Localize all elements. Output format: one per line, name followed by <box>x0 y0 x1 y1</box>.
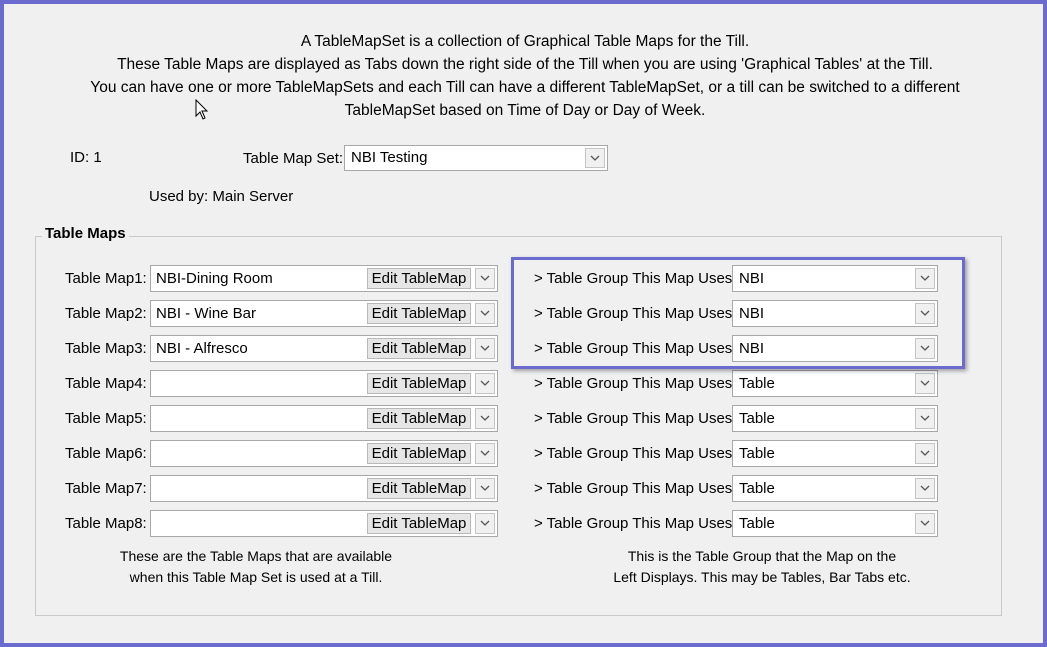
table-group-label: > Table Group This Map Uses: <box>534 410 737 427</box>
table-map-field[interactable]: Edit TableMap <box>150 440 498 467</box>
table-group-select[interactable]: Table <box>732 510 938 537</box>
left-note-line-2: when this Table Map Set is used at a Til… <box>129 569 383 585</box>
table-map-label: Table Map1: <box>65 270 147 287</box>
right-note: This is the Table Group that the Map on … <box>590 546 934 588</box>
chevron-down-icon[interactable] <box>475 443 495 464</box>
table-group-select[interactable]: Table <box>732 475 938 502</box>
mouse-cursor-icon <box>195 99 209 120</box>
table-group-select[interactable]: Table <box>732 370 938 397</box>
edit-tablemap-button[interactable]: Edit TableMap <box>367 338 471 359</box>
table-group-value: Table <box>739 410 775 427</box>
table-map-set-label: Table Map Set: <box>243 150 344 167</box>
table-map-value: NBI - Wine Bar <box>156 305 257 322</box>
intro-line-2: These Table Maps are displayed as Tabs d… <box>117 56 933 73</box>
chevron-down-icon[interactable] <box>915 443 935 464</box>
edit-tablemap-button[interactable]: Edit TableMap <box>367 268 471 289</box>
right-note-line-1: This is the Table Group that the Map on … <box>627 548 897 564</box>
chevron-down-icon[interactable] <box>475 303 495 324</box>
chevron-down-icon[interactable] <box>915 513 935 534</box>
table-group-label: > Table Group This Map Uses: <box>534 480 737 497</box>
highlight-box <box>511 257 965 369</box>
table-group-label: > Table Group This Map Uses: <box>534 445 737 462</box>
chevron-down-icon[interactable] <box>585 148 605 168</box>
chevron-down-icon[interactable] <box>915 408 935 429</box>
table-group-label: > Table Group This Map Uses: <box>534 515 737 532</box>
table-map-field[interactable]: NBI - Alfresco Edit TableMap <box>150 335 498 362</box>
table-map-label: Table Map7: <box>65 480 147 497</box>
table-maps-group-title: Table Maps <box>42 225 129 242</box>
table-map-label: Table Map3: <box>65 340 147 357</box>
intro-line-3: You can have one or more TableMapSets an… <box>90 79 960 96</box>
table-group-value: Table <box>739 445 775 462</box>
used-by-text: Used by: Main Server <box>149 188 294 205</box>
table-map-field[interactable]: Edit TableMap <box>150 370 498 397</box>
edit-tablemap-button[interactable]: Edit TableMap <box>367 303 471 324</box>
table-map-field[interactable]: Edit TableMap <box>150 510 498 537</box>
table-group-select[interactable]: Table <box>732 405 938 432</box>
table-map-label: Table Map4: <box>65 375 147 392</box>
intro-line-4: TableMapSet based on Time of Day or Day … <box>344 102 706 119</box>
table-group-value: Table <box>739 375 775 392</box>
chevron-down-icon[interactable] <box>475 268 495 289</box>
chevron-down-icon[interactable] <box>475 513 495 534</box>
edit-tablemap-button[interactable]: Edit TableMap <box>367 443 471 464</box>
chevron-down-icon[interactable] <box>475 373 495 394</box>
table-map-field[interactable]: Edit TableMap <box>150 475 498 502</box>
edit-tablemap-button[interactable]: Edit TableMap <box>367 478 471 499</box>
table-map-value: NBI-Dining Room <box>156 270 273 287</box>
left-note: These are the Table Maps that are availa… <box>96 546 416 588</box>
chevron-down-icon[interactable] <box>475 408 495 429</box>
table-group-value: Table <box>739 515 775 532</box>
table-map-field[interactable]: NBI-Dining Room Edit TableMap <box>150 265 498 292</box>
id-label: ID: 1 <box>70 149 102 166</box>
intro-line-1: A TableMapSet is a collection of Graphic… <box>300 33 750 50</box>
table-group-select[interactable]: Table <box>732 440 938 467</box>
table-group-label: > Table Group This Map Uses: <box>534 375 737 392</box>
table-map-label: Table Map6: <box>65 445 147 462</box>
table-map-set-value: NBI Testing <box>351 149 428 166</box>
chevron-down-icon[interactable] <box>475 338 495 359</box>
right-note-line-2: Left Displays. This may be Tables, Bar T… <box>613 569 911 585</box>
table-map-label: Table Map2: <box>65 305 147 322</box>
table-group-value: Table <box>739 480 775 497</box>
chevron-down-icon[interactable] <box>475 478 495 499</box>
edit-tablemap-button[interactable]: Edit TableMap <box>367 513 471 534</box>
left-note-line-1: These are the Table Maps that are availa… <box>119 548 393 564</box>
table-map-value: NBI - Alfresco <box>156 340 248 357</box>
table-map-set-select[interactable]: NBI Testing <box>344 145 608 171</box>
table-map-label: Table Map5: <box>65 410 147 427</box>
table-map-field[interactable]: NBI - Wine Bar Edit TableMap <box>150 300 498 327</box>
edit-tablemap-button[interactable]: Edit TableMap <box>367 373 471 394</box>
table-map-field[interactable]: Edit TableMap <box>150 405 498 432</box>
chevron-down-icon[interactable] <box>915 478 935 499</box>
chevron-down-icon[interactable] <box>915 373 935 394</box>
edit-tablemap-button[interactable]: Edit TableMap <box>367 408 471 429</box>
intro-text: A TableMapSet is a collection of Graphic… <box>40 30 1010 122</box>
table-map-label: Table Map8: <box>65 515 147 532</box>
